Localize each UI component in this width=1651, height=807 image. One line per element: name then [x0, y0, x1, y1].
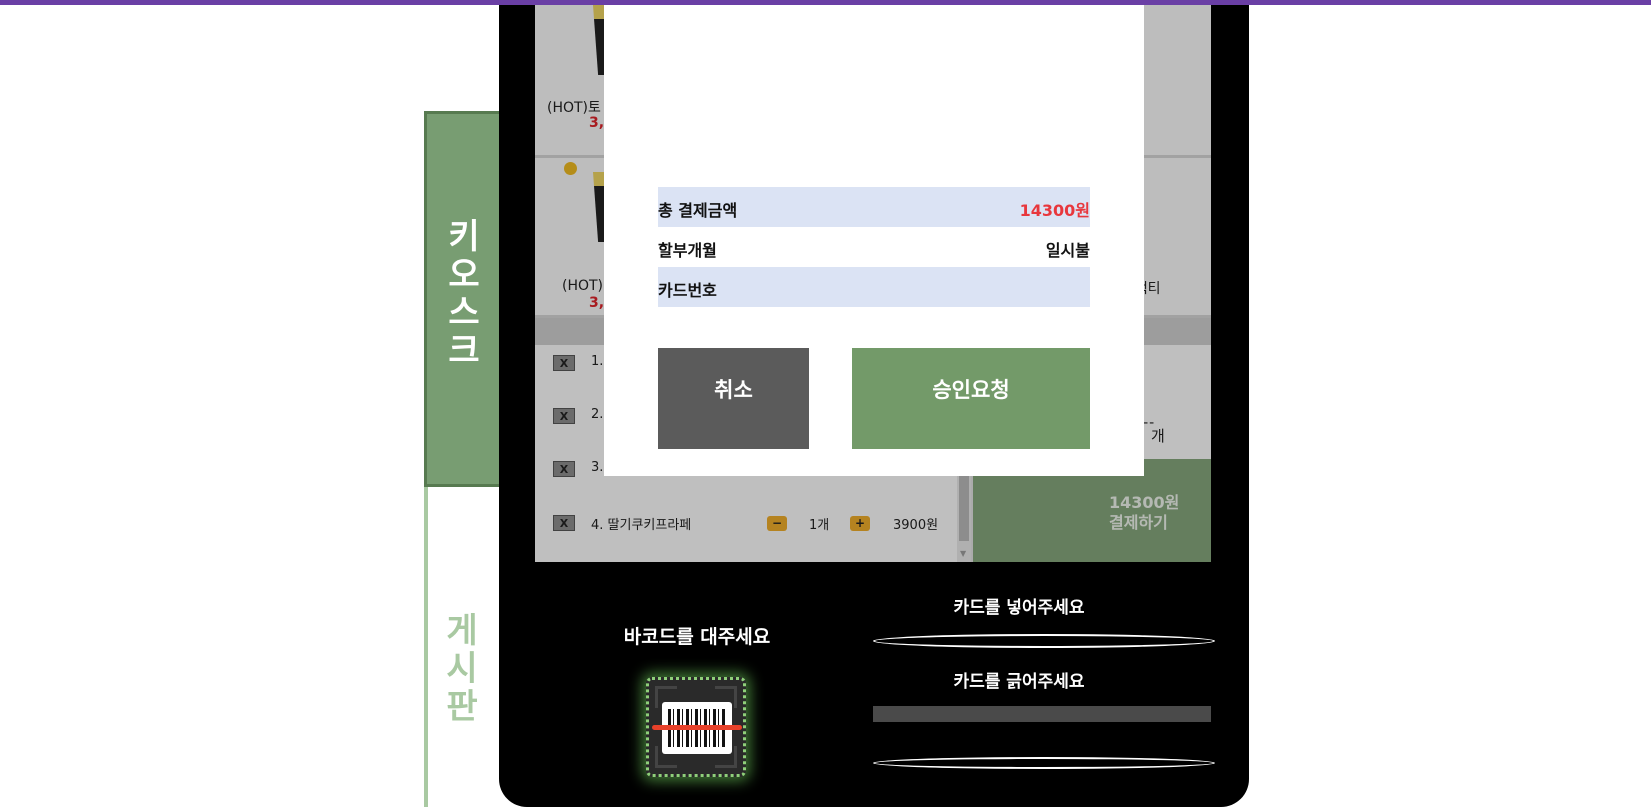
- card-number-label: 카드번호: [658, 281, 717, 300]
- tab-kiosk-label: 키오스크: [448, 217, 480, 371]
- card-swipe-slot[interactable]: [873, 706, 1211, 722]
- card-number-row: 카드번호: [658, 267, 1090, 307]
- total-amount-value: 14300원: [1019, 201, 1090, 220]
- barcode-scanner[interactable]: [646, 677, 746, 777]
- receipt-slot: [873, 757, 1215, 769]
- tab-kiosk[interactable]: 키오스크: [424, 111, 500, 487]
- tab-board-label: 게시판: [446, 611, 478, 727]
- installment-value[interactable]: 일시불: [1046, 237, 1090, 261]
- barcode-instruction: 바코드를 대주세요: [623, 626, 771, 648]
- payment-modal: 총 결제금액 14300원 할부개월 일시불 카드번호 취소 승인요청: [604, 5, 1144, 476]
- installment-row: 할부개월 일시불: [658, 227, 1090, 267]
- approve-request-button[interactable]: 승인요청: [852, 348, 1090, 449]
- scan-laser-line: [652, 725, 742, 730]
- total-amount-label: 총 결제금액: [658, 201, 738, 220]
- installment-label: 할부개월: [658, 241, 717, 260]
- cancel-button[interactable]: 취소: [658, 348, 809, 449]
- total-amount-row: 총 결제금액 14300원: [658, 187, 1090, 227]
- tab-board[interactable]: 게시판: [424, 487, 500, 807]
- card-insert-instruction: 카드를 넣어주세요: [953, 598, 1085, 618]
- card-insert-slot[interactable]: [873, 634, 1215, 648]
- card-swipe-instruction: 카드를 긁어주세요: [953, 672, 1085, 692]
